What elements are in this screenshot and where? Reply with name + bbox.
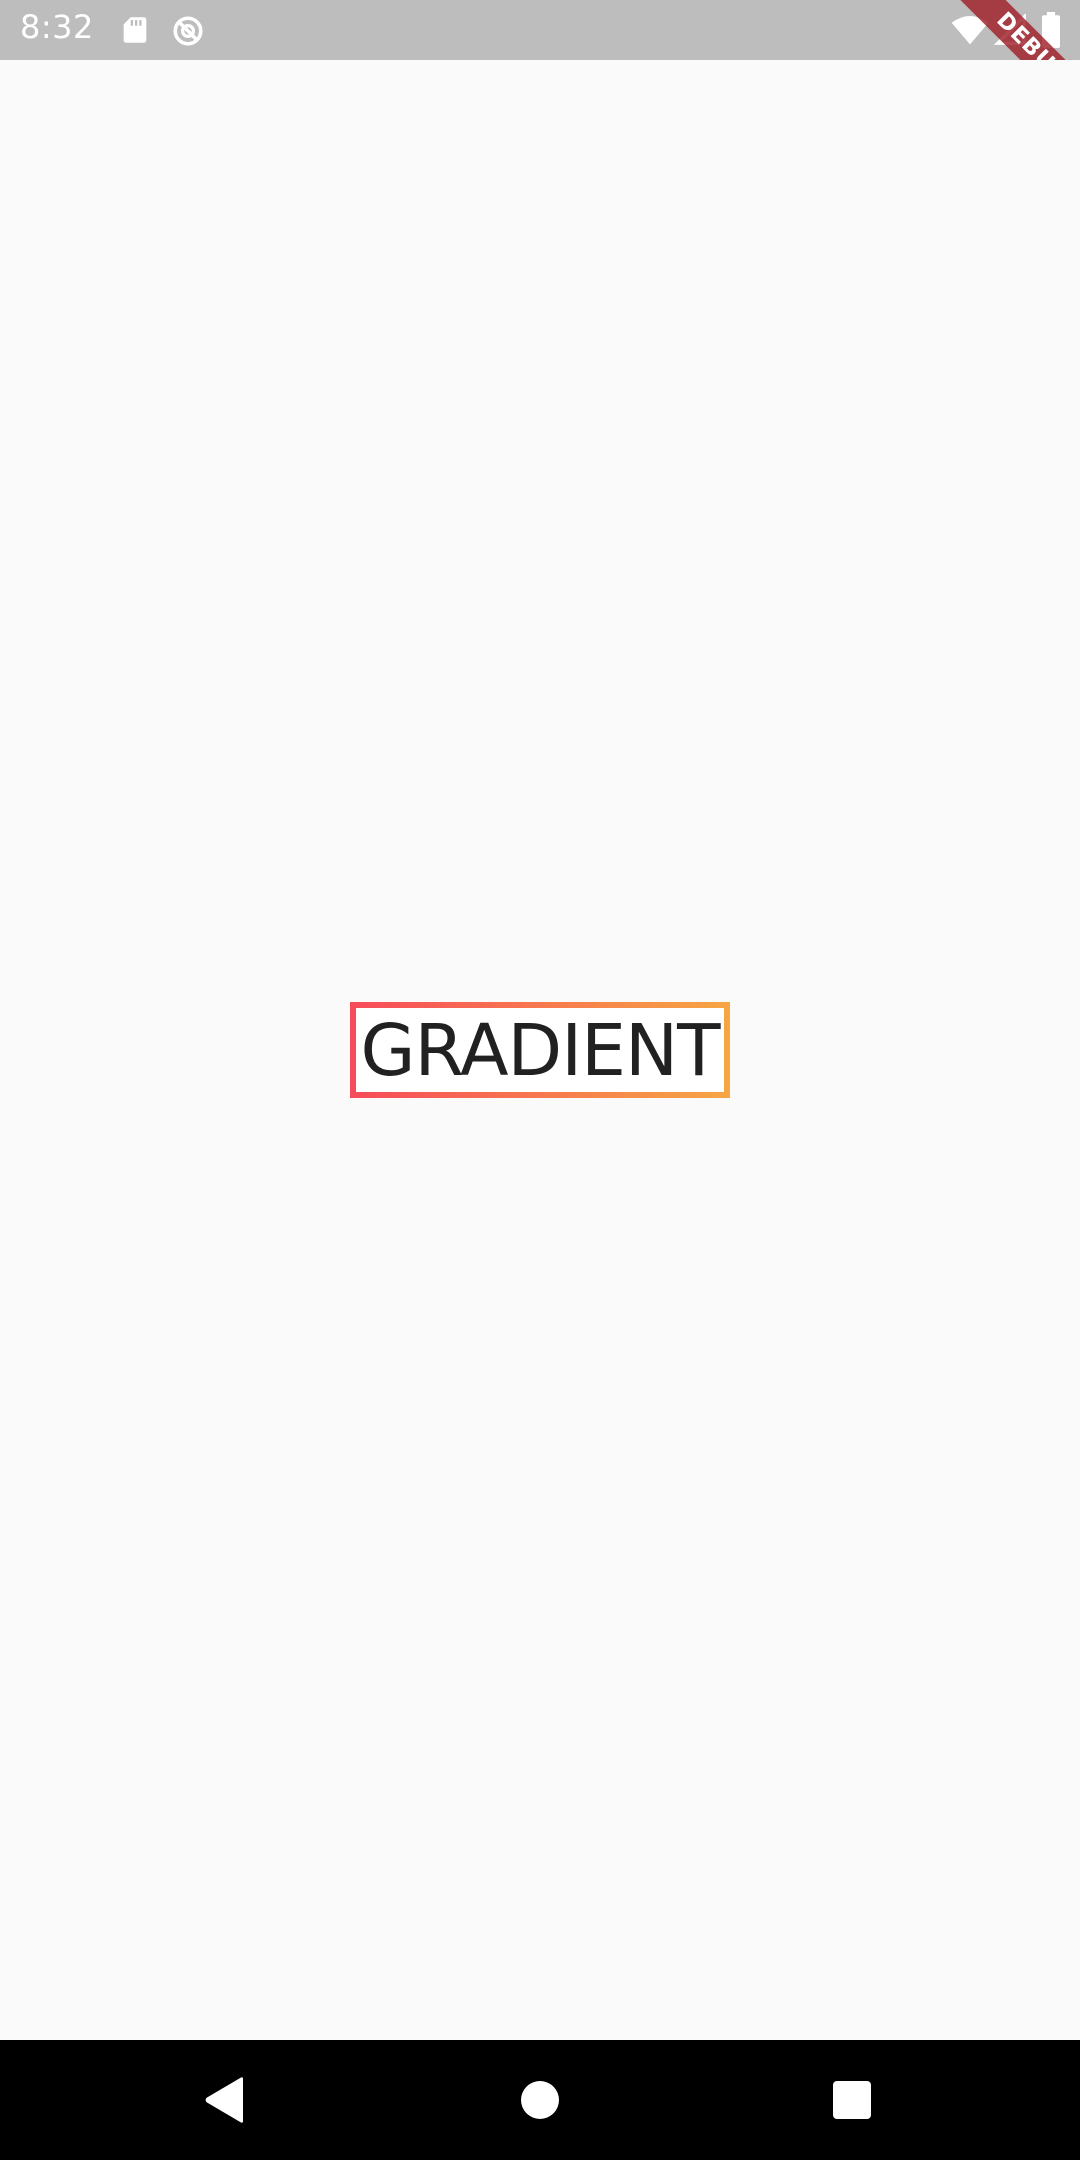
back-button[interactable]: [195, 2070, 255, 2130]
home-button[interactable]: [510, 2070, 570, 2130]
recents-button[interactable]: [822, 2070, 882, 2130]
app-screen: 8:32 DEBUG GRADIENT: [0, 0, 1080, 2160]
sd-card-icon: [118, 13, 152, 47]
back-icon: [205, 2077, 243, 2123]
main-content: GRADIENT: [0, 60, 1080, 2040]
gradient-border-box: GRADIENT: [350, 1002, 730, 1098]
status-bar: 8:32 DEBUG: [0, 0, 1080, 132]
status-time: 8:32: [20, 8, 94, 46]
wifi-icon: [950, 14, 990, 51]
gradient-box-inner: GRADIENT: [356, 1008, 724, 1092]
data-saver-icon: [170, 13, 204, 47]
battery-icon: [1040, 12, 1062, 53]
signal-icon: [993, 12, 1028, 51]
home-icon: [521, 2081, 559, 2119]
gradient-label: GRADIENT: [360, 1008, 721, 1092]
recents-icon: [833, 2081, 871, 2119]
navigation-bar: [0, 2040, 1080, 2160]
